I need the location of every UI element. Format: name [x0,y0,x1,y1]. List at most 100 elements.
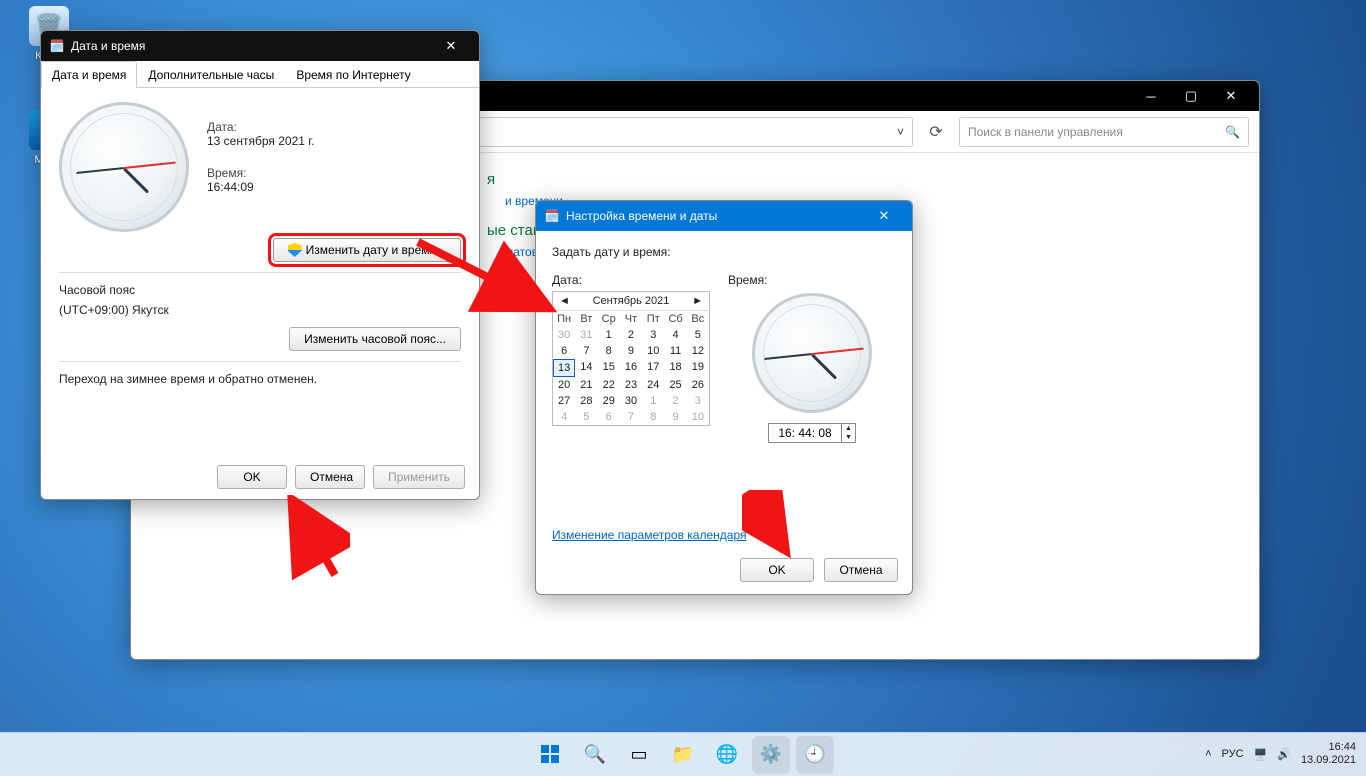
calendar-day[interactable]: 8 [642,409,664,425]
tray-language[interactable]: РУС [1222,748,1244,760]
calendar-settings-link[interactable]: Изменение параметров календаря [552,528,747,542]
calendar-day[interactable]: 25 [664,377,686,393]
calendar[interactable]: ◄ Сентябрь 2021 ► ПнВтСрЧтПтСбВс30311234… [552,291,710,426]
cancel-button[interactable]: Отмена [824,558,898,582]
calendar-day[interactable]: 21 [575,377,597,393]
taskbar-control-panel[interactable]: ⚙️ [752,736,790,774]
window-title: Настройка времени и даты [566,209,717,223]
tray-volume-icon[interactable]: 🔊 [1277,748,1291,761]
calendar-day[interactable]: 20 [553,377,575,393]
calendar-day[interactable]: 13 [553,359,575,377]
calendar-day[interactable]: 4 [664,327,686,343]
date-label: Дата: [552,273,710,287]
calendar-day[interactable]: 3 [642,327,664,343]
section-heading: я [487,171,1233,188]
close-button[interactable]: ✕ [864,201,904,231]
calendar-day[interactable]: 27 [553,393,575,409]
ok-button[interactable]: OK [217,465,287,489]
calendar-day[interactable]: 1 [642,393,664,409]
time-value: 16:44:09 [207,180,315,194]
calendar-day[interactable]: 30 [553,327,575,343]
titlebar[interactable]: 🗓️ Дата и время ✕ [41,31,479,61]
close-button[interactable]: ✕ [431,31,471,61]
calendar-day[interactable]: 4 [553,409,575,425]
calendar-dow: Сб [664,311,686,327]
calendar-day[interactable]: 29 [598,393,620,409]
apply-button[interactable]: Применить [373,465,465,489]
calendar-day[interactable]: 15 [598,359,620,377]
refresh-button[interactable]: ⟳ [921,117,951,147]
calendar-day[interactable]: 23 [620,377,642,393]
calendar-dow: Вс [687,311,709,327]
time-spinner[interactable]: ▲▼ [841,423,856,443]
taskbar-datetime[interactable]: 🕘 [796,736,834,774]
chevron-down-icon[interactable]: ˅ [897,125,904,139]
calendar-day[interactable]: 12 [687,343,709,359]
tab-additional-clocks[interactable]: Дополнительные часы [137,61,285,88]
close-button[interactable]: ✕ [1211,81,1251,111]
calendar-dow: Вт [575,311,597,327]
calendar-day[interactable]: 5 [687,327,709,343]
start-button[interactable] [532,736,570,774]
tab-date-time[interactable]: Дата и время [41,61,137,88]
tab-internet-time[interactable]: Время по Интернету [285,61,421,88]
calendar-day[interactable]: 1 [598,327,620,343]
change-date-time-button[interactable]: Изменить дату и время... [273,238,461,262]
taskbar-edge[interactable]: 🌐 [708,736,746,774]
titlebar[interactable]: 🗓️ Настройка времени и даты ✕ [536,201,912,231]
search-input[interactable]: Поиск в панели управления 🔍 [959,117,1249,147]
calendar-day[interactable]: 31 [575,327,597,343]
calendar-day[interactable]: 26 [687,377,709,393]
tray-clock[interactable]: 16:44 13.09.2021 [1301,741,1356,767]
date-label: Дата: [207,120,315,134]
calendar-day[interactable]: 8 [598,343,620,359]
calendar-day[interactable]: 16 [620,359,642,377]
calendar-day[interactable]: 7 [575,343,597,359]
calendar-day[interactable]: 17 [642,359,664,377]
prev-month-button[interactable]: ◄ [559,295,570,307]
ok-button[interactable]: OK [740,558,814,582]
calendar-day[interactable]: 2 [620,327,642,343]
taskbar-search[interactable]: 🔍 [576,736,614,774]
minimize-button[interactable]: ─ [1131,81,1171,111]
calendar-day[interactable]: 14 [575,359,597,377]
timezone-heading: Часовой пояс [59,283,461,297]
calendar-day[interactable]: 22 [598,377,620,393]
calendar-day[interactable]: 10 [642,343,664,359]
time-label: Время: [207,166,315,180]
calendar-day[interactable]: 6 [553,343,575,359]
cancel-button[interactable]: Отмена [295,465,365,489]
calendar-day[interactable]: 19 [687,359,709,377]
system-tray[interactable]: ˄ РУС 🖥️ 🔊 16:44 13.09.2021 [1205,732,1356,776]
calendar-day[interactable]: 6 [598,409,620,425]
calendar-day[interactable]: 3 [687,393,709,409]
maximize-button[interactable]: ▢ [1171,81,1211,111]
calendar-day[interactable]: 30 [620,393,642,409]
analog-clock [59,102,189,232]
window-title: Дата и время [71,39,145,53]
calendar-day[interactable]: 18 [664,359,686,377]
calendar-day[interactable]: 10 [687,409,709,425]
taskbar[interactable]: 🔍 ▭ 📁 🌐 ⚙️ 🕘 [0,732,1366,776]
analog-clock [752,293,872,413]
change-timezone-button[interactable]: Изменить часовой пояс... [289,327,461,351]
calendar-day[interactable]: 5 [575,409,597,425]
search-icon: 🔍 [1225,125,1240,139]
set-date-time-dialog: 🗓️ Настройка времени и даты ✕ Задать дат… [535,200,913,595]
calendar-day[interactable]: 2 [664,393,686,409]
calendar-day[interactable]: 9 [620,343,642,359]
calendar-day[interactable]: 24 [642,377,664,393]
taskbar-explorer[interactable]: 📁 [664,736,702,774]
time-input[interactable] [768,423,842,443]
tray-chevron-icon[interactable]: ˄ [1205,748,1211,760]
calendar-day[interactable]: 7 [620,409,642,425]
tray-network-icon[interactable]: 🖥️ [1254,748,1268,761]
timezone-value: (UTC+09:00) Якутск [59,303,461,317]
calendar-day[interactable]: 9 [664,409,686,425]
calendar-day[interactable]: 28 [575,393,597,409]
next-month-button[interactable]: ► [692,295,703,307]
calendar-month[interactable]: Сентябрь 2021 [593,295,670,307]
calendar-day[interactable]: 11 [664,343,686,359]
task-view-button[interactable]: ▭ [620,736,658,774]
datetime-icon: 🗓️ [544,208,560,224]
